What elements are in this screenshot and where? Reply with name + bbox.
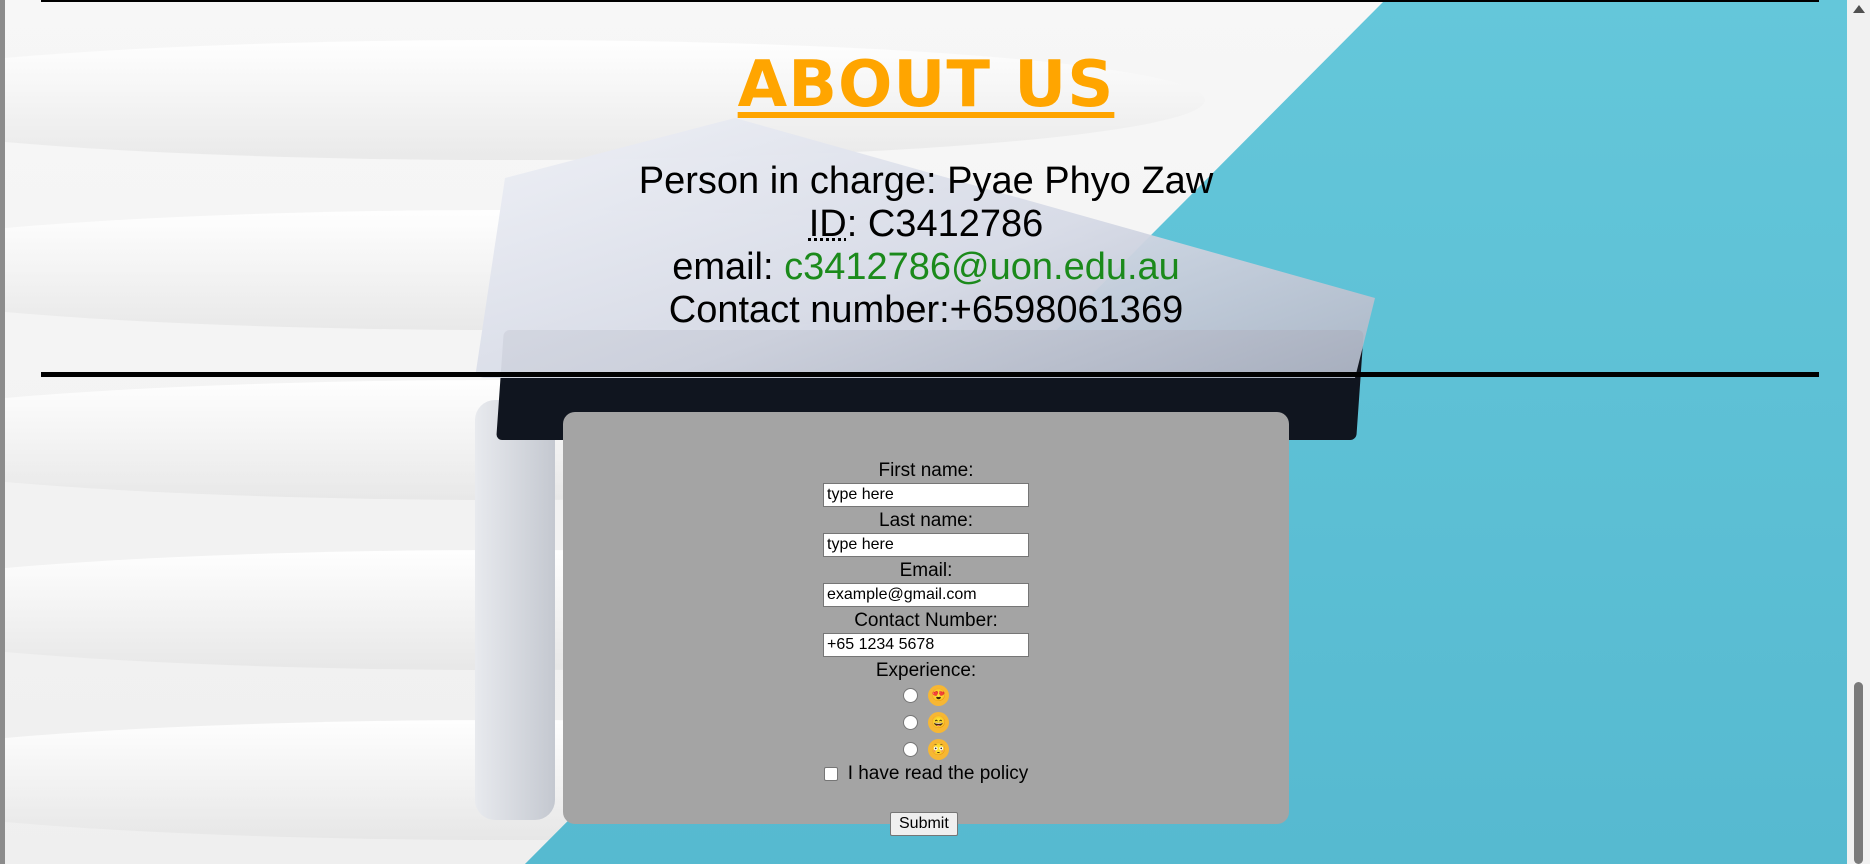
policy-checkbox[interactable] bbox=[823, 767, 838, 781]
section-divider bbox=[41, 372, 1819, 377]
email-link[interactable]: c3412786@uon.edu.au bbox=[784, 246, 1180, 288]
last-name-label: Last name: bbox=[879, 510, 973, 531]
policy-label: I have read the policy bbox=[847, 763, 1029, 784]
experience-radio-love[interactable] bbox=[903, 688, 918, 703]
contact-number: Contact number:+6598061369 bbox=[668, 289, 1184, 331]
policy-row: I have read the policy bbox=[563, 761, 1289, 787]
experience-radio-flushed[interactable] bbox=[903, 742, 918, 757]
contact-info: Person in charge: Pyae Phyo Zaw ID: C341… bbox=[5, 160, 1847, 332]
about-title: ABOUT US bbox=[737, 48, 1115, 122]
first-name-label: First name: bbox=[878, 460, 974, 481]
email-line: email: c3412786@uon.edu.au bbox=[5, 246, 1847, 289]
scroll-up-arrow-icon[interactable] bbox=[1853, 5, 1865, 13]
submit-wrapper: Submit bbox=[890, 812, 958, 836]
id-value: : C3412786 bbox=[846, 203, 1044, 245]
top-divider bbox=[41, 0, 1819, 2]
email-label: email: bbox=[672, 246, 785, 288]
contact-number-label: Contact Number: bbox=[854, 610, 998, 631]
submit-button[interactable]: Submit bbox=[890, 812, 958, 836]
experience-label: Experience: bbox=[875, 660, 977, 681]
feedback-form: First name: Last name: Email: Contact Nu… bbox=[563, 460, 1289, 787]
experience-option: 😄 bbox=[563, 709, 1289, 736]
experience-option: 😳 bbox=[563, 736, 1289, 763]
first-name-input[interactable] bbox=[823, 483, 1029, 507]
id-abbr: ID bbox=[808, 203, 847, 245]
id-line: ID: C3412786 bbox=[5, 203, 1847, 246]
contact-number-input[interactable] bbox=[823, 633, 1029, 657]
last-name-input[interactable] bbox=[823, 533, 1029, 557]
about-section: ABOUT US bbox=[5, 48, 1847, 122]
scrollbar[interactable] bbox=[1847, 0, 1870, 864]
flushed-emoji-icon: 😳 bbox=[928, 739, 949, 760]
experience-radio-happy[interactable] bbox=[903, 715, 918, 730]
grinning-emoji-icon: 😄 bbox=[928, 712, 949, 733]
heart-eyes-emoji-icon: 😍 bbox=[928, 685, 949, 706]
person-in-charge: Person in charge: Pyae Phyo Zaw bbox=[638, 160, 1214, 202]
background-console-side bbox=[475, 400, 555, 820]
experience-option: 😍 bbox=[563, 682, 1289, 709]
scroll-thumb[interactable] bbox=[1854, 682, 1863, 864]
email-input[interactable] bbox=[823, 583, 1029, 607]
email-label: Email: bbox=[899, 560, 953, 581]
